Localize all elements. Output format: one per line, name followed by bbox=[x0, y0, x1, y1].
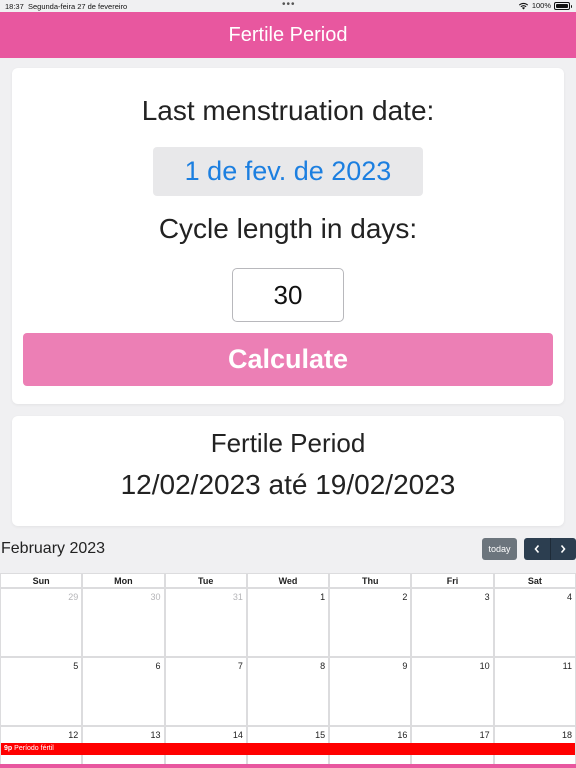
day-number: 18 bbox=[561, 730, 572, 740]
day-number: 13 bbox=[150, 730, 161, 740]
status-time: 18:37 bbox=[5, 2, 24, 11]
weekday-header: Fri bbox=[411, 573, 494, 588]
weekday-header: Tue bbox=[164, 573, 247, 588]
cycle-length-label: Cycle length in days: bbox=[158, 213, 418, 244]
day-number: 6 bbox=[155, 661, 161, 671]
cycle-length-input[interactable]: 30 bbox=[232, 268, 344, 322]
day-number: 4 bbox=[566, 592, 572, 602]
weekday-header: Sun bbox=[0, 573, 83, 588]
day-number: 7 bbox=[237, 661, 243, 671]
weekday-header: Thu bbox=[329, 573, 412, 588]
status-indicators: 100% bbox=[518, 1, 572, 10]
day-number: 2 bbox=[402, 592, 408, 602]
chevron-right-icon bbox=[561, 544, 566, 554]
day-number: 11 bbox=[562, 661, 572, 671]
calendar-day[interactable]: 6 bbox=[82, 657, 165, 726]
calendar-day[interactable]: 11 bbox=[493, 657, 576, 726]
status-bar: 18:37 Segunda-feira 27 de fevereiro ••• … bbox=[0, 0, 576, 12]
day-number: 1 bbox=[320, 592, 326, 602]
calendar-week: 5 6 7 8 9 10 11 bbox=[0, 657, 576, 726]
day-number: 17 bbox=[479, 730, 490, 740]
calendar-week: 29 30 31 1 2 3 4 bbox=[0, 588, 576, 657]
battery-icon bbox=[554, 1, 572, 10]
calendar-day[interactable]: 4 bbox=[493, 588, 576, 657]
today-button[interactable]: today bbox=[482, 538, 517, 560]
weekday-header: Wed bbox=[246, 573, 330, 588]
date-picker-button[interactable]: 1 de fev. de 2023 bbox=[153, 147, 423, 196]
day-number: 8 bbox=[320, 661, 326, 671]
day-number: 12 bbox=[68, 730, 79, 740]
app-header: Fertile Period bbox=[0, 12, 576, 58]
calendar-day[interactable]: 2 bbox=[329, 588, 412, 657]
wifi-icon bbox=[518, 2, 528, 10]
day-number: 3 bbox=[484, 592, 490, 602]
calendar-day[interactable]: 30 bbox=[82, 588, 165, 657]
calendar-nav bbox=[524, 538, 576, 560]
weekday-header: Mon bbox=[82, 573, 165, 588]
calculate-button[interactable]: Calculate bbox=[23, 333, 553, 386]
next-week-strip bbox=[0, 764, 576, 768]
calendar-weekday-header: Sun Mon Tue Wed Thu Fri Sat bbox=[0, 573, 576, 588]
day-number: 9 bbox=[402, 661, 408, 671]
day-number: 14 bbox=[232, 730, 243, 740]
multitasking-dots-icon[interactable]: ••• bbox=[282, 0, 296, 10]
calendar-day[interactable]: 10 bbox=[411, 657, 494, 726]
calendar-day[interactable]: 5 bbox=[0, 657, 83, 726]
battery-percentage: 100% bbox=[531, 1, 551, 10]
event-title: Período fértil bbox=[14, 745, 54, 752]
prev-month-button[interactable] bbox=[524, 538, 550, 560]
weekday-header: Sat bbox=[493, 573, 576, 588]
chevron-left-icon bbox=[534, 544, 539, 554]
result-title: Fertile Period bbox=[210, 428, 366, 458]
day-number: 15 bbox=[315, 730, 326, 740]
event-time: 9p bbox=[4, 745, 13, 752]
calendar-day[interactable]: 3 bbox=[411, 588, 494, 657]
fertile-range: 12/02/2023 até 19/02/2023 bbox=[120, 469, 456, 500]
day-number: 16 bbox=[397, 730, 408, 740]
day-number: 30 bbox=[150, 592, 161, 602]
day-number: 31 bbox=[232, 592, 243, 602]
day-number: 29 bbox=[68, 592, 79, 602]
fertile-period-event[interactable]: 9p Período fértil bbox=[1, 743, 575, 755]
calendar-grid: Sun Mon Tue Wed Thu Fri Sat 29 30 31 1 2… bbox=[0, 573, 576, 768]
next-month-button[interactable] bbox=[549, 538, 576, 560]
calendar-day[interactable]: 9 bbox=[329, 657, 412, 726]
calendar-day[interactable]: 31 bbox=[164, 588, 247, 657]
calendar-day[interactable]: 8 bbox=[246, 657, 330, 726]
day-number: 5 bbox=[73, 661, 79, 671]
calendar-day[interactable]: 1 bbox=[246, 588, 330, 657]
status-date: Segunda-feira 27 de fevereiro bbox=[28, 2, 128, 11]
calendar-day[interactable]: 7 bbox=[164, 657, 247, 726]
calendar-day[interactable]: 29 bbox=[0, 588, 83, 657]
day-number: 10 bbox=[479, 661, 490, 671]
calendar-month-title: February 2023 bbox=[1, 540, 106, 557]
header-title: Fertile Period bbox=[228, 24, 348, 46]
last-menstruation-label: Last menstruation date: bbox=[141, 95, 435, 126]
